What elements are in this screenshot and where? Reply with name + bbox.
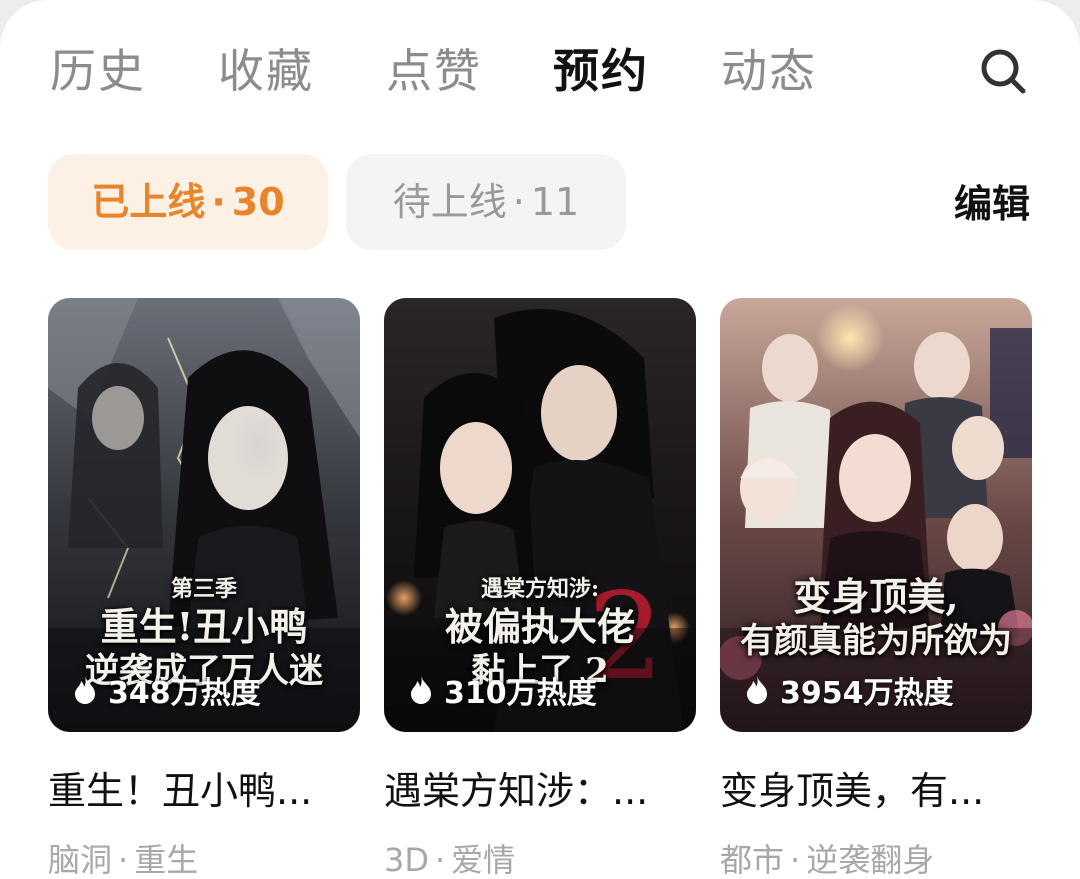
flame-icon [747, 676, 767, 704]
book-cover[interactable]: 第三季 重生!丑小鸭 逆袭成了万人迷 348万热度 [48, 298, 360, 732]
book-tags: 3D · 爱情 [384, 838, 515, 879]
cover-tagline-line2: 变身顶美, [793, 574, 959, 619]
edit-button[interactable]: 编辑 [954, 178, 1030, 230]
book-title[interactable]: 重生！丑小鸭... [48, 764, 360, 818]
filter-pending-label: 待上线 [392, 180, 507, 224]
search-button[interactable] [976, 44, 1030, 98]
book-genre-tag: 都市 [720, 841, 785, 879]
book-cover[interactable]: 变身顶美, 有颜真能为所欲为 3954万热度 [720, 298, 1032, 732]
book-tags: 都市 · 逆袭翻身 [720, 838, 934, 879]
tab-reservations[interactable]: 预约 [553, 40, 649, 102]
cover-tagline-line3: 有颜真能为所欲为 [740, 621, 1012, 661]
flame-icon [75, 676, 95, 704]
search-icon [981, 49, 1026, 94]
tab-bar: 历史 收藏 点赞 预约 动态 [0, 0, 1080, 140]
heat-count: 348万热度 [108, 676, 261, 711]
tab-activity[interactable]: 动态 [721, 40, 817, 102]
heat-badge: 348万热度 [72, 670, 261, 711]
book-theme-tag: 爱情 [451, 841, 516, 879]
cover-tagline: 变身顶美, 有颜真能为所欲为 [720, 574, 1032, 662]
bottom-sheet: 历史 收藏 点赞 预约 动态 已上线 · 30 待上线 · 11 编辑 第三季 … [0, 0, 1080, 879]
filter-online-separator: · [211, 180, 226, 224]
filter-bar: 已上线 · 30 待上线 · 11 编辑 [0, 150, 1080, 254]
book-card[interactable]: 2 遇棠方知涉: 被偏执大佬 黏上了 2 310万热度 遇棠方知涉：... 3D… [384, 298, 696, 879]
book-tag-separator: · [790, 841, 801, 879]
heat-badge: 310万热度 [408, 670, 597, 711]
tab-likes[interactable]: 点赞 [386, 40, 482, 102]
book-tag-separator: · [118, 841, 129, 879]
book-genre-tag: 脑洞 [48, 841, 113, 879]
book-title[interactable]: 遇棠方知涉：... [384, 764, 696, 818]
filter-online-count: 30 [231, 180, 285, 224]
book-tags: 脑洞 · 重生 [48, 838, 198, 879]
book-theme-tag: 逆袭翻身 [806, 841, 935, 879]
cover-art-image [720, 298, 1032, 732]
flame-icon [411, 676, 431, 704]
filter-pending-chip[interactable]: 待上线 · 11 [346, 154, 626, 250]
cover-tagline-line2: 被偏执大佬 [444, 604, 635, 649]
heat-count: 3954万热度 [780, 676, 954, 711]
heat-badge: 3954万热度 [744, 670, 954, 711]
cover-tagline-line2: 重生!丑小鸭 [100, 604, 308, 649]
filter-online-chip[interactable]: 已上线 · 30 [48, 154, 328, 250]
book-theme-tag: 重生 [134, 841, 199, 879]
book-tag-separator: · [435, 841, 446, 879]
cover-tagline-line1: 遇棠方知涉: [480, 576, 600, 602]
filter-online-label: 已上线 [91, 180, 206, 224]
book-cover[interactable]: 2 遇棠方知涉: 被偏执大佬 黏上了 2 310万热度 [384, 298, 696, 732]
cover-tagline-line1: 第三季 [170, 576, 237, 602]
filter-pending-separator: · [512, 180, 525, 224]
filter-pending-count: 11 [530, 180, 580, 224]
book-title[interactable]: 变身顶美，有... [720, 764, 1032, 818]
book-card[interactable]: 变身顶美, 有颜真能为所欲为 3954万热度 变身顶美，有... 都市 · 逆袭翻身 [720, 298, 1032, 879]
tab-history[interactable]: 历史 [50, 40, 146, 102]
heat-count: 310万热度 [444, 676, 597, 711]
tab-favorites[interactable]: 收藏 [218, 40, 314, 102]
book-card[interactable]: 第三季 重生!丑小鸭 逆袭成了万人迷 348万热度 重生！丑小鸭... 脑洞 · 重… [48, 298, 360, 879]
book-genre-tag: 3D [384, 841, 429, 879]
